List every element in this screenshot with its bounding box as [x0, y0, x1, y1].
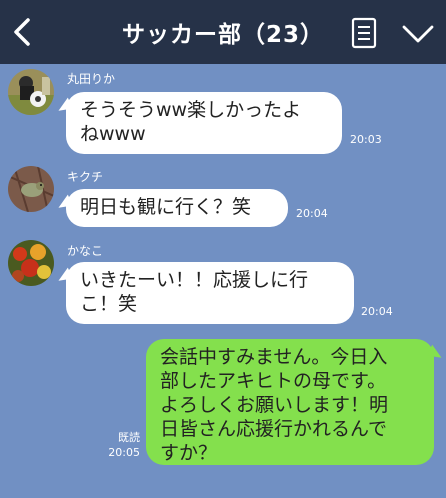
message-bubble[interactable]: いきたーい！！応援しに行 こ！笑 [66, 262, 354, 324]
note-list-icon [351, 17, 377, 49]
message-line: 明日も観に行く？笑 [80, 196, 252, 218]
message-line: 会話中すみません。今日入 [160, 346, 388, 368]
note-menu-button[interactable] [349, 17, 379, 49]
sender-name: キクチ [67, 170, 104, 184]
message-time: 20:05 [108, 446, 140, 459]
sender-name: かなこ [67, 244, 104, 258]
avatar-kanako[interactable] [8, 240, 54, 286]
sender-name: 丸田りか [67, 72, 116, 86]
soccer-photo-icon [8, 69, 54, 115]
message-line: よろしくお願いします！明 [160, 394, 389, 416]
message-time: 20:03 [350, 133, 382, 146]
flowers-photo-icon [8, 240, 54, 286]
message-time: 20:04 [296, 207, 328, 220]
avatar-kikuchi[interactable] [8, 166, 54, 212]
read-status: 既読 20:05 [96, 430, 140, 460]
chat-title: サッカー部（23） [121, 22, 324, 48]
sent-message-bubble[interactable]: 会話中すみません。今日入 部したアキヒトの母です。 よろしくお願いします！明 日… [146, 339, 434, 465]
message-line: ねwww [80, 123, 146, 145]
message-line: 日皆さん応援行かれるんで [160, 418, 388, 440]
chat-area[interactable]: 丸田りか そうそうww楽しかったよ ねwww 20:03 キクチ 明日も観に行く… [0, 64, 446, 498]
read-label: 既読 [118, 431, 140, 444]
message-line: そうそうww楽しかったよ [80, 99, 302, 121]
message-time: 20:04 [361, 305, 393, 318]
message-bubble[interactable]: そうそうww楽しかったよ ねwww [66, 92, 342, 154]
expand-menu-button[interactable] [400, 22, 436, 46]
chat-header: サッカー部（23） [0, 0, 446, 64]
message-line: いきたーい！！応援しに行 [80, 269, 309, 291]
avatar-maruta[interactable] [8, 69, 54, 115]
bird-photo-icon [8, 166, 54, 212]
back-chevron-icon [14, 18, 30, 46]
message-line: こ！笑 [80, 293, 138, 315]
message-bubble[interactable]: 明日も観に行く？笑 [66, 189, 288, 227]
message-line: 部したアキヒトの母です。 [160, 370, 387, 392]
message-line: すか？ [160, 442, 218, 464]
back-button[interactable] [4, 12, 40, 52]
chevron-down-icon [402, 25, 434, 43]
